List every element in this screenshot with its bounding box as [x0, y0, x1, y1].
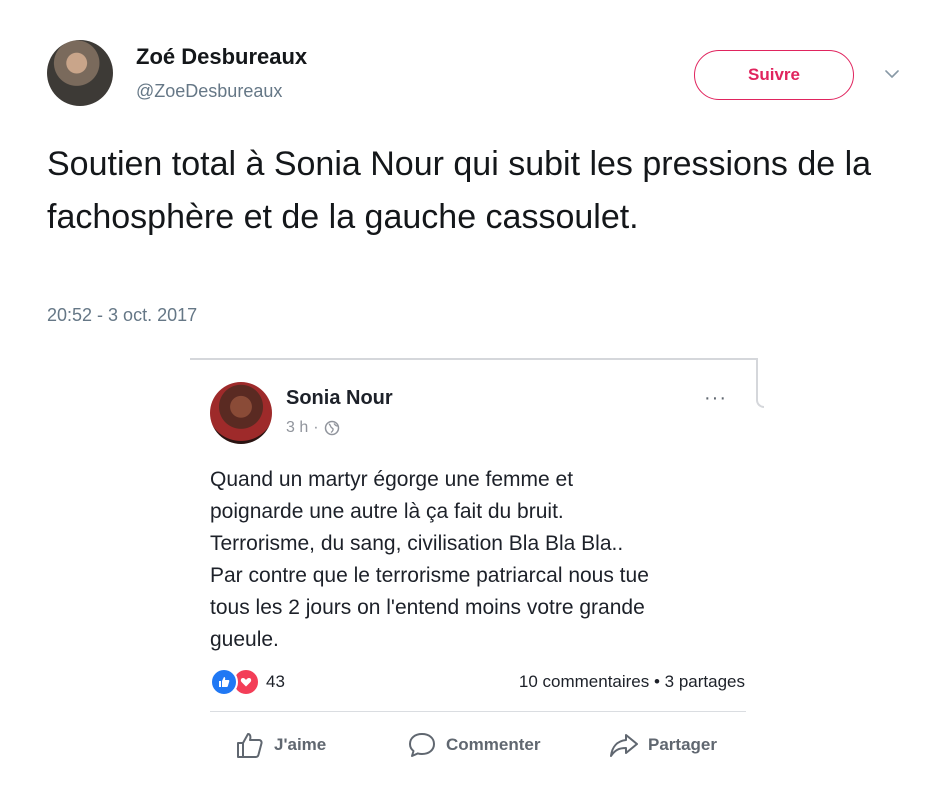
- tweet-timestamp[interactable]: 20:52 - 3 oct. 2017: [47, 305, 197, 326]
- card-border: [756, 396, 764, 408]
- comment-label: Commenter: [446, 735, 541, 754]
- author-avatar[interactable]: [47, 40, 113, 106]
- post-meta: 3 h ·: [286, 419, 340, 437]
- card-border: [190, 358, 758, 360]
- divider: [210, 711, 746, 712]
- reactions-summary[interactable]: 43: [210, 668, 285, 696]
- tweet-text: Soutien total à Sonia Nour qui subit les…: [47, 145, 872, 236]
- author-handle[interactable]: @ZoeDesbureaux: [136, 81, 282, 102]
- post-author-name[interactable]: Sonia Nour: [286, 387, 393, 410]
- share-arrow-icon: [610, 734, 638, 757]
- post-time[interactable]: 3 h: [286, 419, 308, 437]
- comment-button[interactable]: Commenter: [406, 730, 540, 760]
- comments-shares-count[interactable]: 10 commentaires • 3 partages: [519, 672, 745, 692]
- meta-separator: ·: [313, 419, 319, 436]
- like-label: J'aime: [274, 735, 327, 754]
- like-reaction-icon: [210, 668, 238, 696]
- like-button[interactable]: J'aime: [234, 730, 326, 760]
- thumbs-up-icon: [237, 733, 263, 758]
- follow-button[interactable]: Suivre: [694, 50, 854, 100]
- post-text: Quand un martyr égorge une femme et poig…: [210, 468, 649, 651]
- card-border: [756, 358, 758, 398]
- chevron-down-icon[interactable]: [882, 64, 902, 84]
- comment-icon: [409, 733, 435, 757]
- more-options-icon[interactable]: ···: [704, 388, 727, 408]
- globe-icon: [324, 420, 339, 436]
- author-display-name[interactable]: Zoé Desbureaux: [136, 44, 307, 70]
- embedded-facebook-post: Sonia Nour 3 h · ··· Quand un martyr égo…: [190, 358, 764, 778]
- share-button[interactable]: Partager: [608, 730, 717, 760]
- reaction-count: 43: [266, 672, 285, 691]
- share-label: Partager: [648, 735, 717, 754]
- post-author-avatar[interactable]: [210, 382, 272, 444]
